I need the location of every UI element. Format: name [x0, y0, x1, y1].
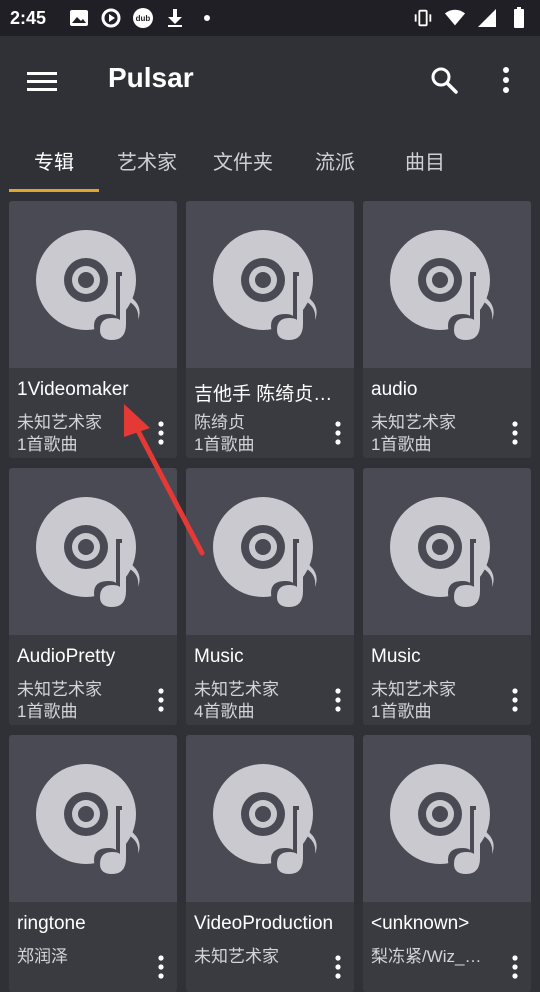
- album-placeholder-icon: [390, 496, 494, 607]
- album-art: [363, 468, 531, 635]
- sync-icon: [100, 7, 122, 29]
- more-vert-icon: [512, 955, 518, 979]
- album-card[interactable]: VideoProduction 未知艺术家: [186, 735, 354, 992]
- signal-icon: [476, 7, 498, 29]
- album-artist: 梨冻紧/Wiz_…: [371, 947, 482, 966]
- more-vert-icon: [335, 688, 341, 712]
- svg-text:dub: dub: [136, 14, 151, 23]
- image-icon: [68, 7, 90, 29]
- more-vert-icon: [335, 421, 341, 445]
- hamburger-icon: [27, 72, 57, 91]
- tab-tracks[interactable]: 曲目: [380, 128, 470, 192]
- more-vert-icon: [335, 955, 341, 979]
- album-placeholder-icon: [36, 229, 140, 340]
- album-song-count: 1首歌曲: [17, 702, 78, 721]
- tab-albums[interactable]: 专辑: [9, 128, 99, 192]
- album-art: [363, 735, 531, 902]
- album-art: [363, 201, 531, 368]
- more-vert-icon: [158, 421, 164, 445]
- album-placeholder-icon: [213, 763, 317, 874]
- search-icon: [431, 67, 458, 94]
- more-vert-icon: [512, 421, 518, 445]
- album-more-button[interactable]: [330, 418, 346, 448]
- album-title: AudioPretty: [17, 646, 116, 667]
- album-card[interactable]: AudioPretty 未知艺术家 1首歌曲: [9, 468, 177, 725]
- album-title: <unknown>: [371, 913, 470, 934]
- album-song-count: 1首歌曲: [371, 435, 432, 454]
- album-placeholder-icon: [36, 496, 140, 607]
- album-more-button[interactable]: [330, 952, 346, 982]
- album-placeholder-icon: [213, 229, 317, 340]
- album-placeholder-icon: [390, 229, 494, 340]
- status-time: 2:45: [10, 8, 47, 28]
- album-card[interactable]: 吉他手 陈绮贞… 陈绮贞 1首歌曲: [186, 201, 354, 458]
- album-title: Music: [194, 646, 244, 667]
- album-more-button[interactable]: [507, 418, 523, 448]
- more-vert-icon: [158, 955, 164, 979]
- album-title: VideoProduction: [194, 913, 334, 934]
- album-more-button[interactable]: [153, 685, 169, 715]
- album-title: 吉他手 陈绮贞…: [194, 384, 333, 405]
- album-card[interactable]: 1Videomaker 未知艺术家 1首歌曲: [9, 201, 177, 458]
- album-placeholder-icon: [390, 763, 494, 874]
- more-vert-icon: [503, 67, 509, 93]
- album-card[interactable]: ringtone 郑润泽: [9, 735, 177, 992]
- album-more-button[interactable]: [507, 952, 523, 982]
- album-art: [9, 201, 177, 368]
- album-more-button[interactable]: [153, 418, 169, 448]
- album-title: 1Videomaker: [17, 379, 129, 400]
- overflow-menu-button[interactable]: [488, 60, 524, 100]
- wifi-icon: [444, 7, 466, 29]
- dub-icon: dub: [132, 7, 154, 29]
- more-vert-icon: [158, 688, 164, 712]
- tab-genres[interactable]: 流派: [290, 128, 380, 192]
- album-art: [9, 735, 177, 902]
- tab-folders[interactable]: 文件夹: [198, 128, 288, 192]
- album-art: [186, 735, 354, 902]
- download-icon: [164, 7, 186, 29]
- album-artist: 郑润泽: [17, 947, 68, 966]
- album-title: audio: [371, 379, 418, 400]
- tab-indicator: [9, 189, 99, 192]
- album-more-button[interactable]: [153, 952, 169, 982]
- album-card[interactable]: Music 未知艺术家 1首歌曲: [363, 468, 531, 725]
- album-more-button[interactable]: [330, 685, 346, 715]
- album-art: [9, 468, 177, 635]
- album-card[interactable]: Music 未知艺术家 4首歌曲: [186, 468, 354, 725]
- more-vert-icon: [512, 688, 518, 712]
- album-song-count: 1首歌曲: [371, 702, 432, 721]
- album-more-button[interactable]: [507, 685, 523, 715]
- album-song-count: 4首歌曲: [194, 702, 255, 721]
- menu-button[interactable]: [22, 62, 62, 102]
- album-placeholder-icon: [213, 496, 317, 607]
- app-title: Pulsar: [108, 62, 194, 93]
- album-card[interactable]: audio 未知艺术家 1首歌曲: [363, 201, 531, 458]
- dot-icon: [196, 7, 218, 29]
- tab-artists[interactable]: 艺术家: [102, 128, 192, 192]
- album-song-count: 1首歌曲: [194, 435, 255, 454]
- album-title: Music: [371, 646, 421, 667]
- album-artist: 未知艺术家: [194, 947, 279, 966]
- vibrate-icon: [412, 7, 434, 29]
- search-button[interactable]: [424, 60, 464, 100]
- album-card[interactable]: <unknown> 梨冻紧/Wiz_…: [363, 735, 531, 992]
- album-song-count: 1首歌曲: [17, 435, 78, 454]
- album-title: ringtone: [17, 913, 86, 934]
- album-art: [186, 201, 354, 368]
- album-placeholder-icon: [36, 763, 140, 874]
- status-bar: 2:45 dub: [0, 0, 540, 36]
- tab-bar: 专辑 艺术家 文件夹 流派 曲目: [0, 128, 540, 192]
- battery-icon: [508, 7, 530, 29]
- album-art: [186, 468, 354, 635]
- app-bar: Pulsar 专辑 艺术家 文件夹 流派 曲目: [0, 36, 540, 192]
